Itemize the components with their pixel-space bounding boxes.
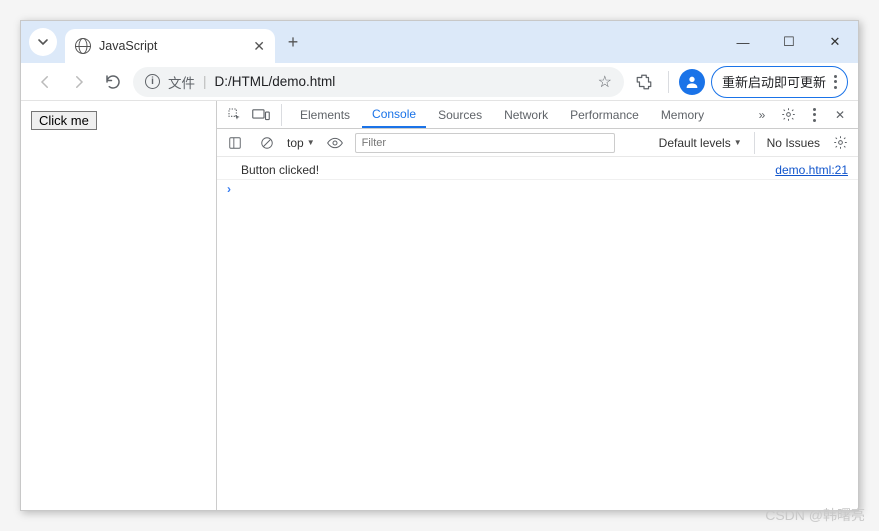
levels-label: Default levels bbox=[659, 136, 731, 150]
context-label: top bbox=[287, 136, 304, 150]
tab-title: JavaScript bbox=[99, 39, 157, 53]
devtools-panel: Elements Console Sources Network Perform… bbox=[216, 101, 858, 510]
log-source-link[interactable]: demo.html:21 bbox=[775, 163, 848, 177]
device-toolbar-icon[interactable] bbox=[249, 103, 273, 127]
nav-forward-button[interactable] bbox=[65, 68, 93, 96]
tab-close-button[interactable]: ✕ bbox=[253, 38, 265, 55]
log-levels-selector[interactable]: Default levels ▼ bbox=[659, 136, 742, 150]
toggle-sidebar-icon[interactable] bbox=[223, 131, 247, 155]
log-row: Button clicked! demo.html:21 bbox=[217, 161, 858, 180]
separator bbox=[668, 71, 669, 93]
tab-sources[interactable]: Sources bbox=[428, 101, 492, 128]
tab-network[interactable]: Network bbox=[494, 101, 558, 128]
window-maximize-button[interactable]: ☐ bbox=[766, 21, 812, 63]
tabs-dropdown-button[interactable] bbox=[29, 28, 57, 56]
window-close-button[interactable]: ✕ bbox=[812, 21, 858, 63]
titlebar: JavaScript ✕ + — ☐ ✕ bbox=[21, 21, 858, 63]
issues-label[interactable]: No Issues bbox=[767, 136, 820, 150]
separator bbox=[281, 104, 282, 126]
filter-input[interactable] bbox=[355, 133, 615, 153]
omnibox[interactable]: i 文件 | D:/HTML/demo.html ☆ bbox=[133, 67, 624, 97]
click-me-button[interactable]: Click me bbox=[31, 111, 97, 130]
tab-console[interactable]: Console bbox=[362, 101, 426, 128]
devtools-close-icon[interactable]: ✕ bbox=[828, 103, 852, 127]
content-area: Click me Elements Console Sources Networ… bbox=[21, 101, 858, 510]
tab-performance[interactable]: Performance bbox=[560, 101, 649, 128]
console-prompt[interactable]: › bbox=[217, 180, 858, 198]
context-selector[interactable]: top ▼ bbox=[287, 136, 315, 150]
window-minimize-button[interactable]: — bbox=[720, 21, 766, 63]
browser-window: JavaScript ✕ + — ☐ ✕ i 文件 | D:/HTML/demo… bbox=[20, 20, 859, 511]
rendered-page: Click me bbox=[21, 101, 216, 510]
url-separator: | bbox=[203, 74, 207, 89]
log-message: Button clicked! bbox=[241, 163, 319, 177]
live-expression-eye-icon[interactable] bbox=[323, 131, 347, 155]
console-toolbar: top ▼ Default levels ▼ No Issues bbox=[217, 129, 858, 157]
extensions-button[interactable] bbox=[630, 68, 658, 96]
filter-wrap bbox=[355, 133, 615, 153]
kebab-menu-icon bbox=[834, 75, 837, 89]
console-settings-gear-icon[interactable] bbox=[828, 131, 852, 155]
url-text: D:/HTML/demo.html bbox=[215, 74, 336, 89]
tab-memory[interactable]: Memory bbox=[651, 101, 714, 128]
clear-console-icon[interactable] bbox=[255, 131, 279, 155]
tab-elements[interactable]: Elements bbox=[290, 101, 360, 128]
browser-tab[interactable]: JavaScript ✕ bbox=[65, 29, 275, 63]
new-tab-button[interactable]: + bbox=[279, 28, 307, 56]
reload-button[interactable] bbox=[99, 68, 127, 96]
dropdown-triangle-icon: ▼ bbox=[734, 138, 742, 147]
console-output: Button clicked! demo.html:21 › bbox=[217, 157, 858, 510]
devtools-tabbar: Elements Console Sources Network Perform… bbox=[217, 101, 858, 129]
settings-gear-icon[interactable] bbox=[776, 103, 800, 127]
separator bbox=[754, 132, 755, 154]
bookmark-star-icon[interactable]: ☆ bbox=[598, 72, 612, 92]
address-bar: i 文件 | D:/HTML/demo.html ☆ 重新启动即可更新 bbox=[21, 63, 858, 101]
update-label: 重新启动即可更新 bbox=[722, 72, 826, 91]
inspect-element-icon[interactable] bbox=[223, 103, 247, 127]
update-restart-button[interactable]: 重新启动即可更新 bbox=[711, 66, 848, 98]
profile-avatar-button[interactable] bbox=[679, 69, 705, 95]
devtools-menu-icon[interactable] bbox=[802, 103, 826, 127]
nav-back-button[interactable] bbox=[31, 68, 59, 96]
dropdown-triangle-icon: ▼ bbox=[307, 138, 315, 147]
site-info-icon[interactable]: i bbox=[145, 74, 160, 89]
globe-icon bbox=[75, 38, 91, 54]
more-tabs-icon[interactable]: » bbox=[750, 103, 774, 127]
url-scheme-label: 文件 bbox=[168, 72, 195, 92]
